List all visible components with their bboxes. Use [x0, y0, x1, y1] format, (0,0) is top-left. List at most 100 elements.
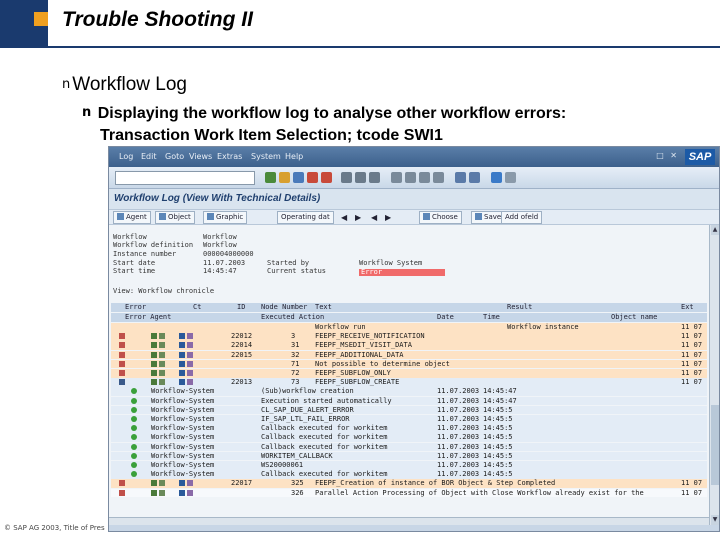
- first-page-icon[interactable]: [391, 172, 402, 183]
- menu-help[interactable]: Help: [285, 152, 303, 161]
- print-icon[interactable]: [341, 172, 352, 183]
- add-field-button[interactable]: Add ofeld: [501, 211, 543, 224]
- exit-icon[interactable]: [307, 172, 318, 183]
- graphic-icon[interactable]: [187, 342, 193, 349]
- table-row[interactable]: Workflow run Workflow instance 11 07: [111, 323, 707, 332]
- object-icon[interactable]: [179, 360, 185, 367]
- menu-goto[interactable]: Goto: [165, 152, 184, 161]
- prev-page-icon[interactable]: [405, 172, 416, 183]
- graphic-icon[interactable]: [187, 333, 193, 340]
- graphic-icon[interactable]: [187, 480, 193, 487]
- agent-icon[interactable]: [151, 351, 157, 358]
- agent-icon[interactable]: [151, 342, 157, 349]
- col-error[interactable]: Error: [125, 303, 146, 312]
- scroll-up-icon[interactable]: ▲: [711, 225, 719, 235]
- table-row[interactable]: Workflow-System WORKITEM_CALLBACK 11.07.20…: [111, 451, 707, 461]
- error-icon[interactable]: [119, 342, 125, 349]
- table-row[interactable]: Workflow-System WS20000061 11.07.2003 14:45…: [111, 461, 707, 470]
- agent-button[interactable]: Agent: [113, 211, 151, 224]
- help-icon[interactable]: [491, 172, 502, 183]
- new-session-icon[interactable]: [455, 172, 466, 183]
- table-row[interactable]: Workflow-System Callback executed for wor…: [111, 470, 707, 479]
- container-icon[interactable]: [159, 489, 165, 496]
- table-row[interactable]: 71 Not possible to determine object 11 07: [111, 359, 707, 369]
- col-object-name[interactable]: Object name: [611, 313, 657, 322]
- graphic-icon[interactable]: [187, 489, 193, 496]
- table-row[interactable]: 22013 73 FEEPF_SUBFLOW_CREATE 11 07: [111, 378, 707, 387]
- table-row[interactable]: Workflow-System Callback executed for wor…: [111, 442, 707, 452]
- container-icon[interactable]: [159, 379, 165, 386]
- shortcut-icon[interactable]: [469, 172, 480, 183]
- menu-views[interactable]: Views: [189, 152, 212, 161]
- operating-data-button[interactable]: Operating dat: [277, 211, 334, 224]
- menu-system[interactable]: System: [251, 152, 281, 161]
- table-row[interactable]: Workflow-System Callback executed for wor…: [111, 433, 707, 442]
- container-icon[interactable]: [159, 351, 165, 358]
- container-icon[interactable]: [159, 333, 165, 340]
- agent-icon[interactable]: [151, 370, 157, 376]
- container-icon[interactable]: [159, 370, 165, 376]
- vertical-scrollbar[interactable]: ▲ ▼: [709, 225, 719, 525]
- graphic-icon[interactable]: [187, 370, 193, 376]
- find-icon[interactable]: [355, 172, 366, 183]
- object-icon[interactable]: [179, 489, 185, 496]
- table-row[interactable]: Workflow-System CL_SAP_DUE_ALERT_ERROR 11.…: [111, 405, 707, 415]
- object-icon[interactable]: [179, 379, 185, 386]
- table-row[interactable]: Workflow-System (Sub)workflow creation 11.…: [111, 387, 707, 396]
- col-node-number[interactable]: Node Number: [261, 303, 307, 312]
- cancel-icon[interactable]: [321, 172, 332, 183]
- arrow-left-icon[interactable]: ◀: [341, 213, 347, 222]
- col-ct[interactable]: Ct: [193, 303, 201, 312]
- table-row[interactable]: Workflow-System Execution started automat…: [111, 396, 707, 406]
- arrow-right-icon[interactable]: ▶: [385, 213, 391, 222]
- back-icon[interactable]: [293, 172, 304, 183]
- graphic-button[interactable]: Graphic: [203, 211, 248, 224]
- object-icon[interactable]: [179, 342, 185, 349]
- object-icon[interactable]: [179, 370, 185, 376]
- col-time[interactable]: Time: [483, 313, 500, 322]
- choose-button[interactable]: Choose: [419, 211, 462, 224]
- table-row[interactable]: 22012 3 FEEPF_RECEIVE_NOTIFICATION 11 07: [111, 332, 707, 341]
- col-result[interactable]: Result: [507, 303, 532, 312]
- agent-icon[interactable]: [151, 360, 157, 367]
- graphic-icon[interactable]: [187, 379, 193, 386]
- table-row[interactable]: 72 FEEPF_SUBFLOW_ONLY 11 07: [111, 369, 707, 378]
- col-error-agent[interactable]: Error Agent: [125, 313, 171, 322]
- agent-icon[interactable]: [151, 489, 157, 496]
- object-icon[interactable]: [179, 351, 185, 358]
- table-row[interactable]: 22017 325 FEEPF_Creation of instance of BO…: [111, 479, 707, 488]
- error-icon[interactable]: [119, 480, 125, 487]
- col-ext[interactable]: Ext: [681, 303, 694, 312]
- col-executed-action[interactable]: Executed Action: [261, 313, 324, 322]
- graphic-icon[interactable]: [187, 360, 193, 367]
- agent-icon[interactable]: [151, 379, 157, 386]
- agent-icon[interactable]: [151, 333, 157, 340]
- graphic-icon[interactable]: [187, 351, 193, 358]
- error-icon[interactable]: [119, 489, 125, 496]
- save-icon[interactable]: [279, 172, 290, 183]
- scroll-thumb[interactable]: [711, 405, 719, 485]
- last-page-icon[interactable]: [433, 172, 444, 183]
- next-page-icon[interactable]: [419, 172, 430, 183]
- menu-log[interactable]: Log: [119, 152, 133, 161]
- object-icon[interactable]: [179, 333, 185, 340]
- error-icon[interactable]: [119, 351, 125, 358]
- table-row[interactable]: 22014 31 FEEPF_MSEDIT_VISIT_DATA 11 07: [111, 341, 707, 350]
- container-icon[interactable]: [159, 360, 165, 367]
- arrow-left-icon[interactable]: ◀: [371, 213, 377, 222]
- col-id[interactable]: ID: [237, 303, 245, 312]
- error-icon[interactable]: [119, 333, 125, 340]
- object-icon[interactable]: [179, 480, 185, 487]
- menu-edit[interactable]: Edit: [141, 152, 157, 161]
- container-icon[interactable]: [159, 480, 165, 487]
- menu-extras[interactable]: Extras: [217, 152, 242, 161]
- container-icon[interactable]: [159, 342, 165, 349]
- subflow-icon[interactable]: [119, 379, 125, 386]
- error-icon[interactable]: [119, 360, 125, 367]
- arrow-right-icon[interactable]: ▶: [355, 213, 361, 222]
- window-controls[interactable]: □ ✕: [656, 151, 679, 160]
- enter-icon[interactable]: [265, 172, 276, 183]
- agent-icon[interactable]: [151, 480, 157, 487]
- col-text[interactable]: Text: [315, 303, 332, 312]
- layout-icon[interactable]: [505, 172, 516, 183]
